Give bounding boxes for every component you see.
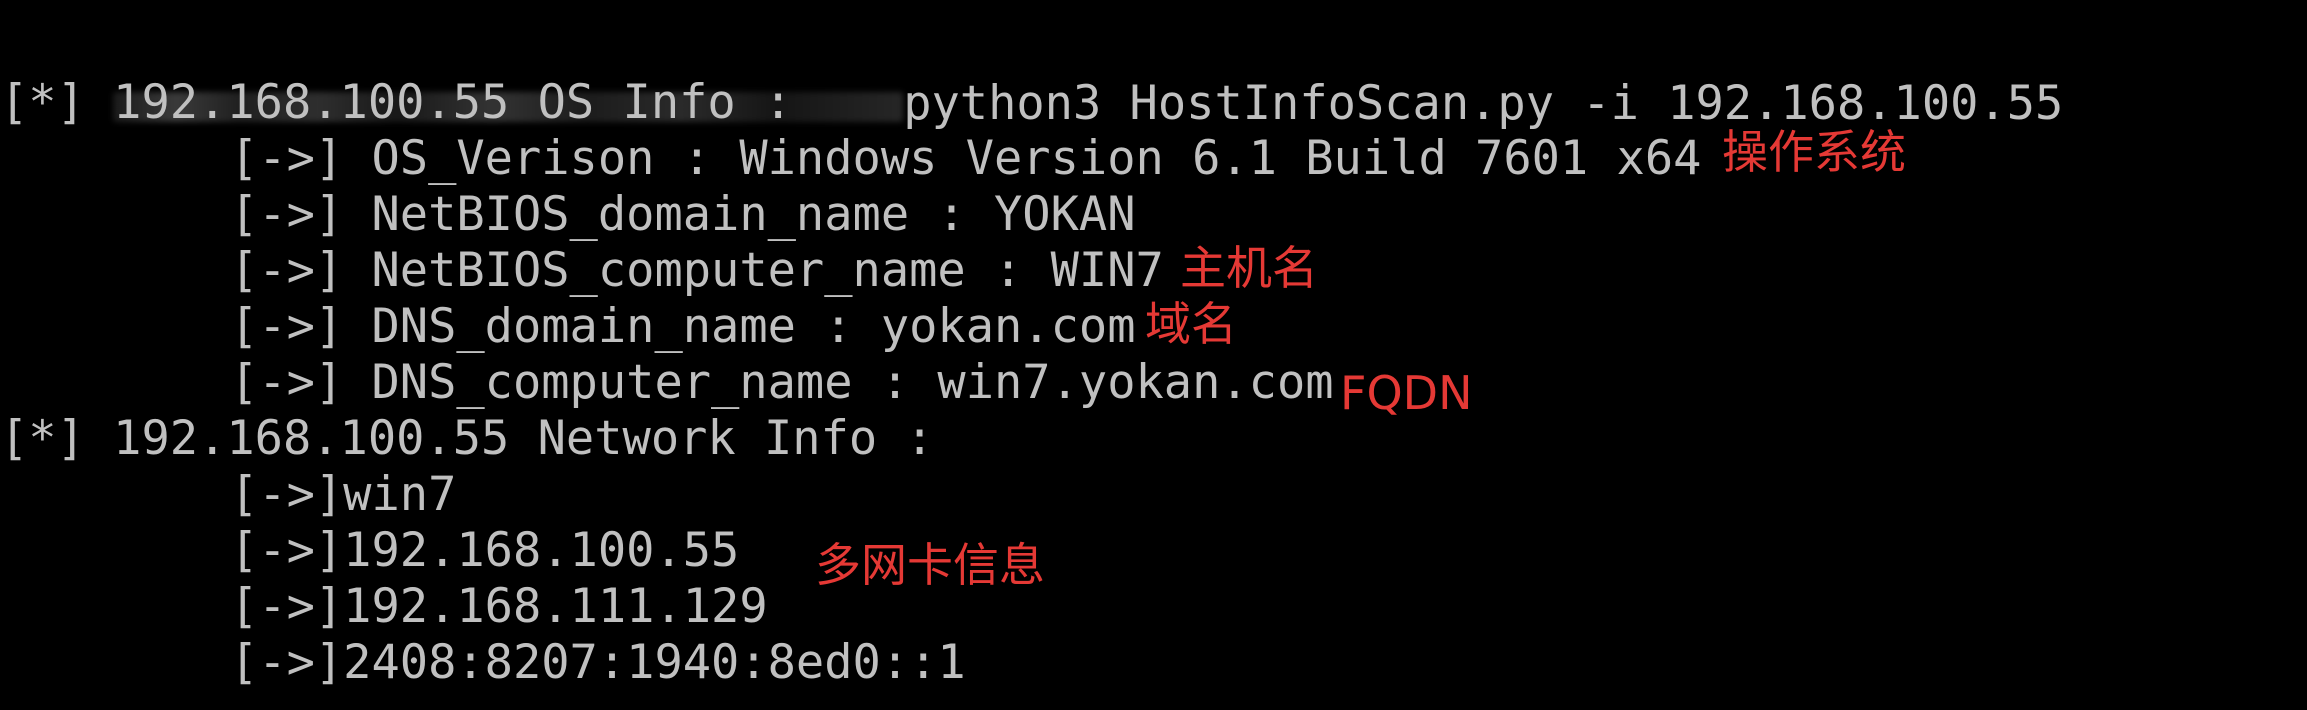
- annotation-domain: 域名: [1145, 297, 1237, 351]
- annotation-fqdn: FQDN: [1340, 366, 1473, 420]
- network-ipv6-line: [->]2408:8207:1940:8ed0::1: [230, 635, 966, 690]
- annotation-hostname: 主机名: [1180, 241, 1318, 295]
- os-version-line: [->] OS_Verison : Windows Version 6.1 Bu…: [230, 131, 1702, 186]
- network-ip-line-1: [->]192.168.100.55: [230, 523, 740, 578]
- os-info-header: [*] 192.168.100.55 OS Info :: [0, 75, 793, 130]
- netbios-computer-line: [->] NetBIOS_computer_name : WIN7: [230, 243, 1164, 298]
- netbios-domain-line: [->] NetBIOS_domain_name : YOKAN: [230, 187, 1136, 242]
- network-ip-line-2: [->]192.168.111.129: [230, 579, 768, 634]
- dns-computer-line: [->] DNS_computer_name : win7.yokan.com: [230, 355, 1334, 410]
- network-hostname-line: [->]win7: [230, 467, 457, 522]
- annotation-os: 操作系统: [1722, 125, 1906, 179]
- command-text: python3 HostInfoScan.py -i 192.168.100.5…: [903, 76, 2064, 131]
- command-line: python3 HostInfoScan.py -i 192.168.100.5…: [0, 20, 2063, 131]
- annotation-multi-nic: 多网卡信息: [815, 538, 1045, 592]
- network-info-header: [*] 192.168.100.55 Network Info :: [0, 411, 934, 466]
- dns-domain-line: [->] DNS_domain_name : yokan.com: [230, 299, 1136, 354]
- terminal-window[interactable]: python3 HostInfoScan.py -i 192.168.100.5…: [0, 0, 2307, 710]
